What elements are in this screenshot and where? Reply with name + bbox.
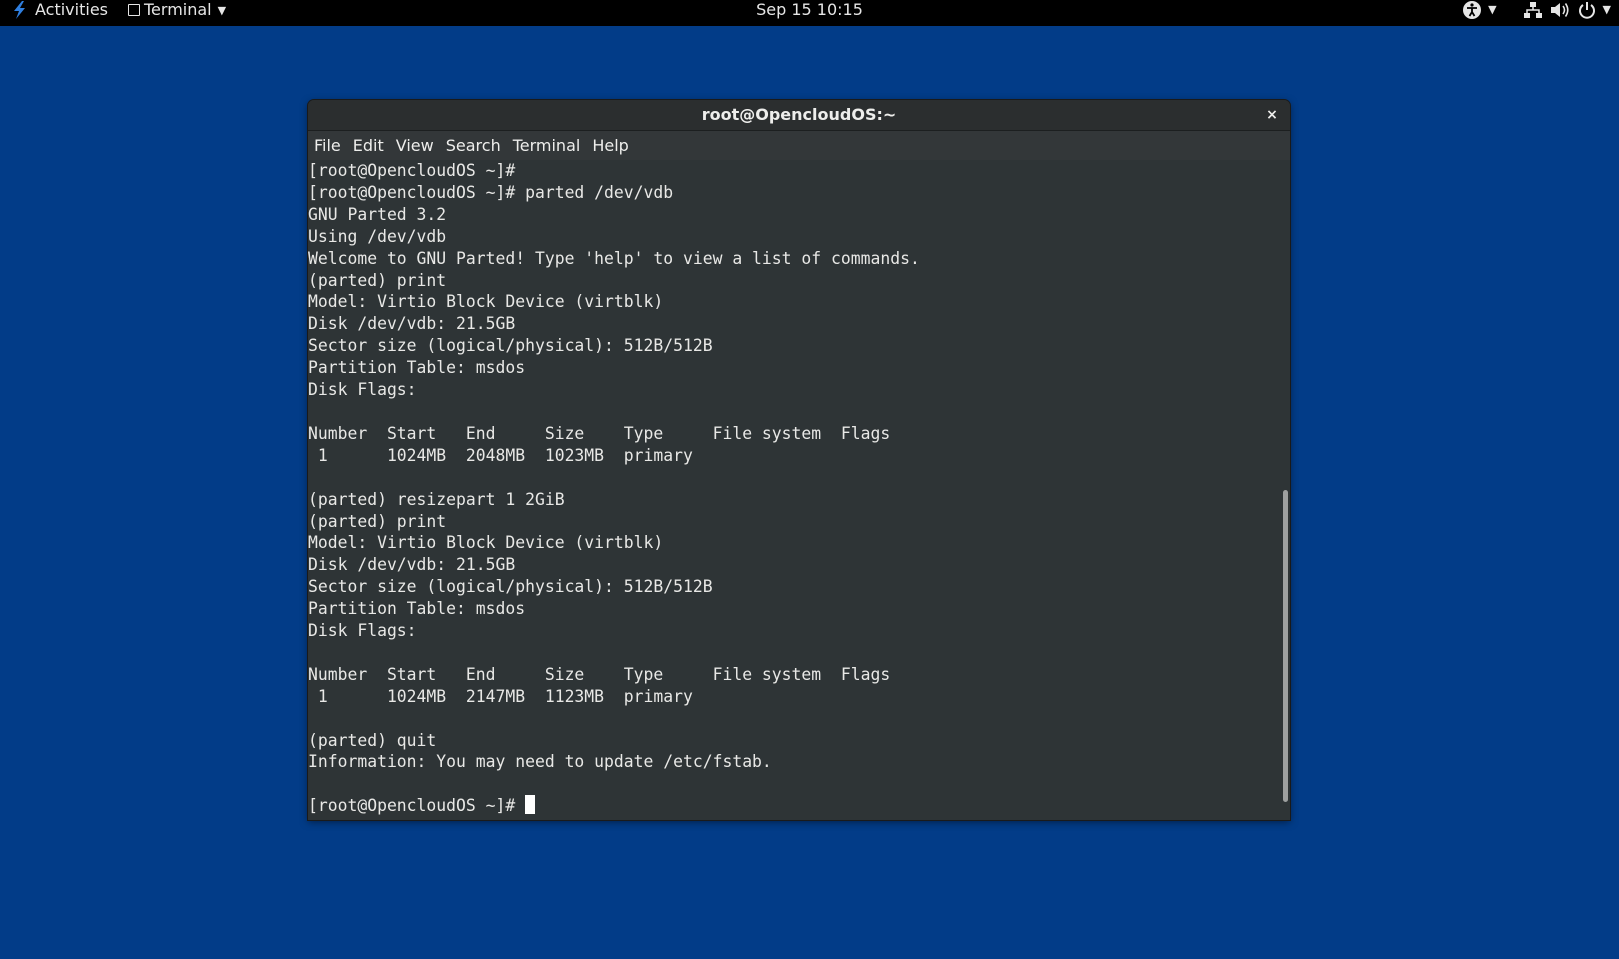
activities-button[interactable]: Activities	[10, 0, 108, 26]
chevron-down-icon: ▼	[217, 4, 227, 17]
text-cursor	[525, 795, 536, 815]
clock: Sep 15 10:15	[0, 0, 1619, 26]
menu-edit[interactable]: Edit	[347, 131, 390, 160]
terminal-line: GNU Parted 3.2	[308, 204, 447, 224]
terminal-line: Partition Table: msdos	[308, 358, 526, 378]
window-title: root@OpencloudOS:~	[701, 105, 897, 124]
window-titlebar[interactable]: root@OpencloudOS:~ ×	[308, 100, 1290, 131]
terminal-line: Information: You may need to update /etc…	[308, 752, 772, 772]
terminal-line: (parted) print	[308, 270, 447, 290]
accessibility-chevron-down-icon[interactable]: ▼	[1488, 0, 1496, 20]
terminal-line: Model: Virtio Block Device (virtblk)	[308, 292, 664, 312]
terminal-app-icon	[128, 4, 140, 16]
terminal-line: Sector size (logical/physical): 512B/512…	[308, 577, 713, 597]
terminal-line: Disk Flags:	[308, 380, 417, 400]
menu-view[interactable]: View	[390, 131, 440, 160]
clock-button[interactable]: Sep 15 10:15	[756, 0, 863, 19]
terminal-line: Partition Table: msdos	[308, 599, 526, 619]
terminal-line: (parted) print	[308, 511, 447, 531]
terminal-line: Number Start End Size Type File system F…	[308, 664, 891, 684]
top-bar: Activities Terminal ▼ Sep 15 10:15 ▼ ▼	[0, 0, 1619, 26]
menu-search[interactable]: Search	[440, 131, 507, 160]
terminal-line: 1 1024MB 2147MB 1123MB primary	[317, 686, 693, 706]
system-tray[interactable]: ▼ ▼	[1462, 0, 1611, 20]
terminal-line: Number Start End Size Type File system F…	[308, 423, 891, 443]
menu-file[interactable]: File	[308, 131, 347, 160]
power-icon[interactable]	[1577, 0, 1597, 20]
terminal-line: Model: Virtio Block Device (virtblk)	[308, 533, 664, 553]
terminal-output[interactable]: [root@OpencloudOS ~]# [root@OpencloudOS …	[308, 160, 1280, 820]
terminal-line: Disk Flags:	[308, 621, 417, 641]
activities-label: Activities	[35, 0, 108, 19]
network-icon[interactable]	[1523, 0, 1543, 20]
accessibility-icon[interactable]	[1462, 0, 1482, 20]
menu-bar: File Edit View Search Terminal Help	[308, 131, 1290, 160]
terminal-line: (parted) quit	[308, 730, 437, 750]
app-menu[interactable]: Terminal ▼	[128, 0, 226, 26]
menu-help[interactable]: Help	[586, 131, 634, 160]
close-icon[interactable]: ×	[1262, 105, 1282, 125]
terminal-window[interactable]: root@OpencloudOS:~ × File Edit View Sear…	[308, 100, 1290, 820]
terminal-line: Using /dev/vdb	[308, 226, 447, 246]
activities-logo-icon	[14, 1, 25, 19]
system-menu-chevron-down-icon[interactable]: ▼	[1603, 0, 1611, 20]
scrollbar-thumb[interactable]	[1283, 490, 1288, 802]
menu-terminal[interactable]: Terminal	[507, 131, 587, 160]
terminal-line: Disk /dev/vdb: 21.5GB	[308, 555, 516, 575]
app-menu-label: Terminal	[144, 0, 212, 19]
terminal-line: Welcome to GNU Parted! Type 'help' to vi…	[308, 248, 920, 268]
terminal-lines: [root@OpencloudOS ~]# [root@OpencloudOS …	[308, 161, 920, 771]
volume-icon[interactable]	[1549, 0, 1571, 20]
terminal-line: (parted) resizepart 1 2GiB	[308, 489, 565, 509]
terminal-line: [root@OpencloudOS ~]# parted /dev/vdb	[308, 182, 674, 202]
terminal-text: [root@OpencloudOS ~]# [root@OpencloudOS …	[308, 160, 1280, 817]
terminal-line: 1 1024MB 2048MB 1023MB primary	[317, 445, 693, 465]
terminal-line: [root@OpencloudOS ~]#	[308, 161, 516, 180]
terminal-line: Disk /dev/vdb: 21.5GB	[308, 314, 516, 334]
terminal-prompt: [root@OpencloudOS ~]#	[308, 796, 526, 816]
terminal-line: Sector size (logical/physical): 512B/512…	[308, 336, 713, 356]
